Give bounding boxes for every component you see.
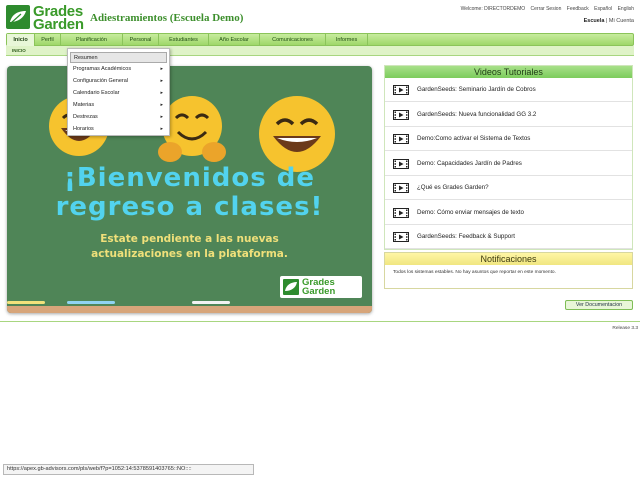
welcome-banner[interactable]: ¡Bienvenidos de regreso a clases! Estate… (7, 66, 372, 313)
chalk-blue (67, 301, 115, 304)
film-play-icon (393, 109, 409, 120)
nav-planificacion[interactable]: Planificación (61, 34, 123, 46)
submenu-arrow-icon: ▸ (160, 114, 163, 120)
leaf-icon (283, 279, 299, 295)
grades-garden-logo[interactable]: Grades Garden (6, 3, 86, 33)
videos-panel: Videos Tutoriales GardenSeeds: Seminario… (384, 65, 633, 250)
film-play-icon (393, 207, 409, 218)
nav-informes[interactable]: Informes (326, 34, 368, 46)
chalk-white (192, 301, 230, 304)
account-links: Escuela | Mi Cuenta (583, 18, 634, 24)
nav-perfil[interactable]: Perfil (35, 34, 61, 46)
video-title: ¿Qué es Grades Garden? (417, 184, 489, 191)
menu-item-resumen[interactable]: Resumen (70, 52, 167, 63)
welcome-text: Welcome: DIRECTORDEMO (460, 6, 526, 12)
nav-ano-escolar[interactable]: Año Escolar (209, 34, 260, 46)
video-item[interactable]: GardenSeeds: Feedback & Support (385, 225, 632, 249)
video-item[interactable]: Demo: Cómo enviar mensajes de texto (385, 201, 632, 225)
video-item[interactable]: Demo:Como activar el Sistema de Textos (385, 127, 632, 151)
notifications-panel: Notificaciones Todos los sistemas establ… (384, 252, 633, 289)
english-link[interactable]: English (618, 6, 634, 12)
menu-item-materias[interactable]: Materias ▸ (70, 100, 167, 111)
film-play-icon (393, 232, 409, 242)
film-play-icon (393, 183, 409, 193)
status-bar-url: https://apex.gb-advisors.com/pls/web/f?p… (3, 464, 254, 475)
video-item[interactable]: GardenSeeds: Seminario Jardín de Cobros (385, 78, 632, 102)
nav-estudiantes[interactable]: Estudiantes (159, 34, 209, 46)
chalk-yellow (7, 301, 45, 304)
video-title: GardenSeeds: Feedback & Support (417, 233, 516, 240)
video-title: Demo:Como activar el Sistema de Textos (417, 135, 531, 142)
feedback-link[interactable]: Feedback (567, 6, 589, 12)
menu-item-destrezas[interactable]: Destrezas ▸ (70, 112, 167, 123)
video-item[interactable]: ¿Qué es Grades Garden? (385, 176, 632, 200)
banner-subtitle: Estate pendiente a las nuevas actualizac… (91, 233, 288, 260)
video-title: Demo: Capacidades Jardín de Padres (417, 159, 522, 167)
banner-logo: Grades Garden (280, 276, 362, 298)
footer-divider (0, 321, 640, 322)
breadcrumb-inicio[interactable]: INICIO (12, 48, 26, 53)
my-account-link[interactable]: Mi Cuenta (609, 18, 634, 24)
leaf-icon (6, 5, 30, 29)
video-title: GardenSeeds: Seminario Jardín de Cobros (417, 86, 536, 93)
notifications-title: Notificaciones (385, 253, 632, 265)
videos-title: Videos Tutoriales (385, 66, 632, 78)
notifications-text: Todos los sistemas estables. No hay asun… (393, 270, 556, 275)
release-version: Release 3.3 (612, 326, 638, 331)
submenu-arrow-icon: ▸ (160, 90, 163, 96)
banner-headline: ¡Bienvenidos de regreso a clases! (55, 163, 324, 222)
nav-inicio[interactable]: Inicio (7, 34, 35, 46)
film-play-icon (393, 85, 409, 95)
school-label: Escuela (583, 18, 605, 24)
view-documentation-button[interactable]: Ver Documentacion (565, 300, 633, 310)
planificacion-dropdown: Resumen Programas Académicos ▸ Configurac… (67, 48, 170, 136)
nav-comunicaciones[interactable]: Comunicaciones (260, 34, 326, 46)
app-title: Adiestramientos (Escuela Demo) (90, 12, 244, 24)
video-item[interactable]: GardenSeeds: Nueva funcionalidad GG 3.2 (385, 103, 632, 127)
submenu-arrow-icon: ▸ (160, 66, 163, 72)
submenu-arrow-icon: ▸ (160, 102, 163, 108)
main-nav: Inicio Perfil Planificación Personal Est… (6, 33, 634, 46)
video-title: Demo: Cómo enviar mensajes de texto (417, 208, 524, 216)
menu-item-configuracion[interactable]: Configuración General ▸ (70, 76, 167, 87)
video-item[interactable]: Demo: Capacidades Jardín de Padres (385, 152, 632, 176)
grinning-emoji-icon (259, 96, 335, 172)
menu-item-horarios[interactable]: Horarios ▸ (70, 124, 167, 135)
film-play-icon (393, 158, 409, 169)
logout-link[interactable]: Cerrar Sesion (531, 6, 562, 12)
board-frame (7, 306, 372, 313)
logo-text: Grades Garden (33, 3, 84, 33)
spanish-link[interactable]: Español (594, 6, 612, 12)
film-play-icon (393, 134, 409, 144)
nav-personal[interactable]: Personal (123, 34, 159, 46)
submenu-arrow-icon: ▸ (160, 78, 163, 84)
menu-item-programas[interactable]: Programas Académicos ▸ (70, 64, 167, 75)
menu-item-calendario[interactable]: Calendario Escolar ▸ (70, 88, 167, 99)
submenu-arrow-icon: ▸ (160, 126, 163, 132)
top-links: Welcome: DIRECTORDEMO Cerrar Sesion Feed… (457, 6, 634, 12)
video-title: GardenSeeds: Nueva funcionalidad GG 3.2 (417, 110, 537, 118)
